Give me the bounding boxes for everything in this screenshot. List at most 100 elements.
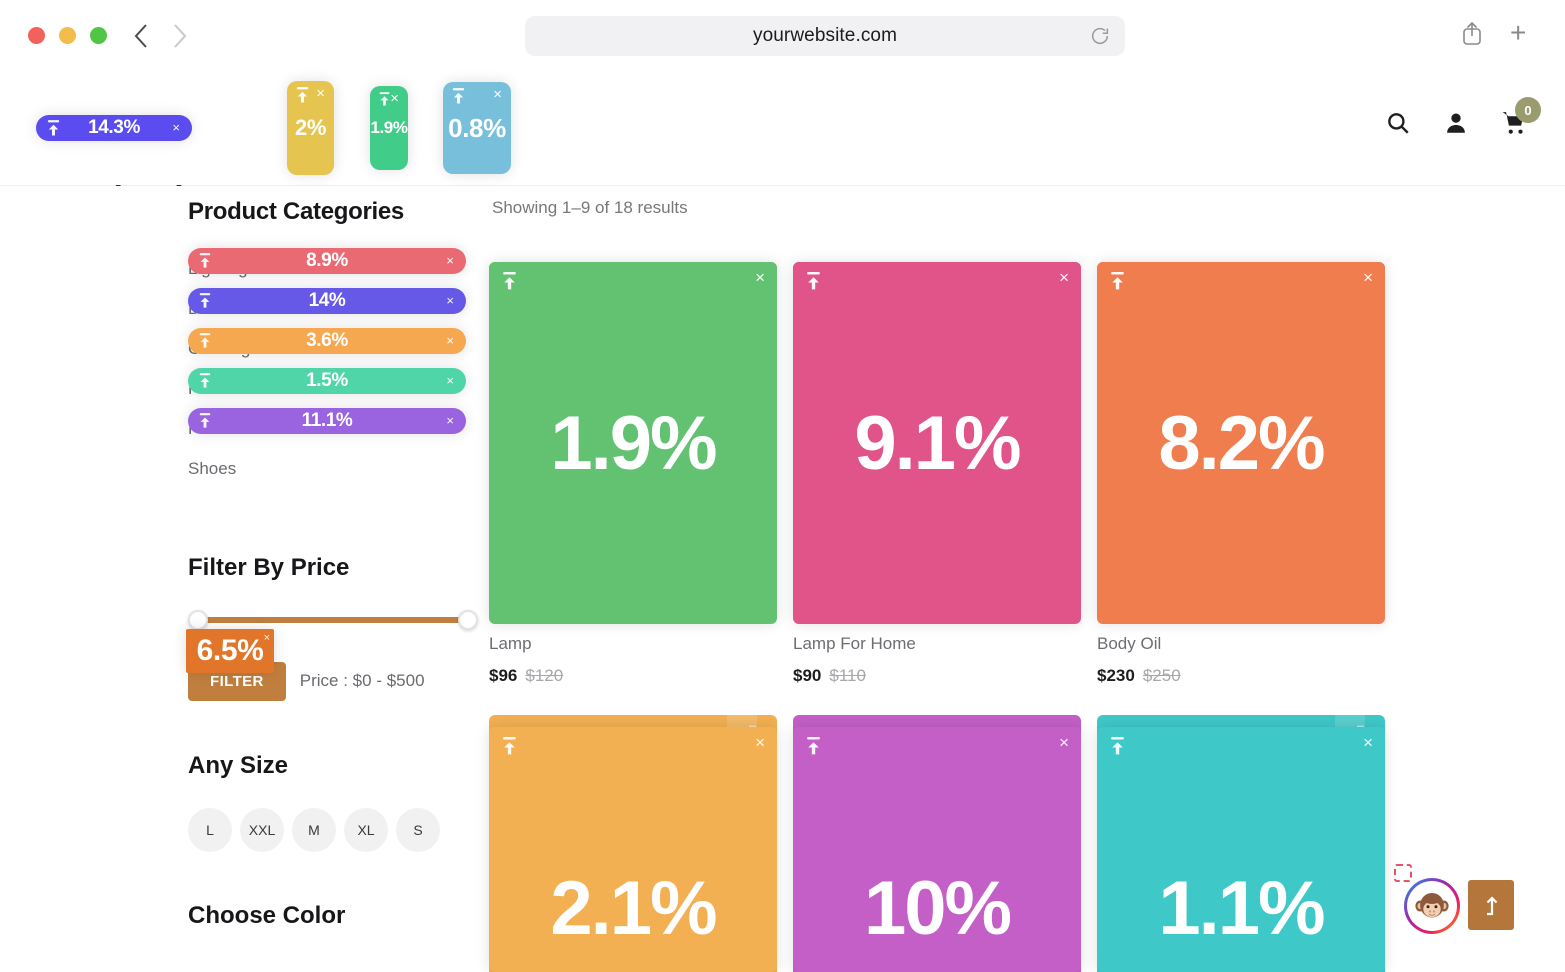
scroll-to-top-button[interactable] [1468, 880, 1514, 930]
overlay-badge-category-4[interactable]: 1.5% × [188, 368, 466, 394]
upload-icon[interactable] [198, 413, 213, 430]
close-icon[interactable]: × [755, 734, 765, 751]
price-original: $250 [1142, 666, 1181, 685]
overlay-value: 3.6% [306, 330, 348, 351]
close-icon[interactable]: × [264, 631, 270, 646]
overlay-value: 6.5% [196, 634, 264, 667]
header-actions: 0 [1385, 97, 1541, 136]
overlay-value: 1.5% [306, 370, 348, 391]
close-icon[interactable]: × [446, 373, 454, 388]
overlay-badge-category-2[interactable]: 14% × [188, 288, 466, 314]
close-icon[interactable]: × [446, 293, 454, 308]
price-current: $230 [1097, 666, 1135, 685]
avatar[interactable] [1407, 881, 1457, 931]
new-tab-button[interactable]: + [1510, 19, 1526, 47]
product-name: Lamp For Home [793, 634, 916, 653]
size-option-l[interactable]: L [188, 808, 232, 852]
overlay-value: 1.9% [370, 118, 408, 137]
upload-icon[interactable] [198, 333, 213, 350]
overlay-badge-logo[interactable]: 14.3% × [36, 115, 192, 141]
close-icon[interactable]: × [446, 413, 454, 428]
share-icon[interactable] [1460, 20, 1484, 51]
upload-icon[interactable] [198, 293, 213, 310]
choose-color-title: Choose Color [188, 902, 346, 929]
product-categories-title: Product Categories [188, 198, 404, 225]
upload-icon[interactable] [501, 272, 518, 291]
price-range-slider[interactable] [188, 610, 478, 630]
reload-icon[interactable] [1089, 25, 1111, 47]
overlay-value: 1.1% [1158, 866, 1325, 951]
close-icon[interactable]: × [493, 87, 502, 102]
price-current: $96 [489, 666, 518, 685]
overlay-badge-filter[interactable]: 6.5% × [186, 629, 274, 673]
close-icon[interactable]: × [755, 269, 765, 286]
upload-icon[interactable] [1109, 272, 1126, 291]
close-icon[interactable]: × [1059, 269, 1069, 286]
overlay-value: 2.1% [550, 866, 717, 951]
product-name: Body Oil [1097, 634, 1162, 653]
close-icon[interactable]: × [1363, 269, 1373, 286]
back-button[interactable] [124, 18, 158, 54]
upload-icon[interactable] [198, 373, 213, 390]
upload-icon[interactable] [1109, 737, 1126, 756]
category-item-shoes[interactable]: Shoes [188, 456, 478, 482]
cart-count-badge: 0 [1515, 97, 1541, 123]
site-header: Outsbook 0 [0, 72, 1565, 218]
price-range-text: Price : $0 - $500 [299, 671, 425, 690]
user-icon[interactable] [1443, 110, 1469, 136]
overlay-badge-category-3[interactable]: 3.6% × [188, 328, 466, 354]
slider-handle-max[interactable] [458, 610, 478, 630]
overlay-badge-card-4[interactable]: 2.1% × [489, 727, 777, 972]
upload-icon[interactable] [46, 120, 61, 137]
upload-icon[interactable] [501, 737, 518, 756]
price-original: $110 [829, 666, 866, 685]
upload-icon[interactable] [198, 253, 213, 270]
maximize-window-button[interactable] [90, 27, 107, 44]
minimize-window-button[interactable] [59, 27, 76, 44]
size-option-xl[interactable]: XL [344, 808, 388, 852]
overlay-value: 10% [863, 866, 1012, 951]
upload-icon[interactable] [805, 272, 822, 291]
size-option-xxl[interactable]: XXL [240, 808, 284, 852]
size-option-m[interactable]: M [292, 808, 336, 852]
overlay-badge-card-2[interactable]: 9.1% × [793, 262, 1081, 624]
product-name: Lamp [489, 634, 532, 653]
slider-track [198, 617, 468, 623]
avatar-ring [1404, 878, 1460, 934]
overlay-value: 9.1% [854, 400, 1021, 486]
slider-handle-min[interactable] [188, 610, 208, 630]
overlay-badge-card-3[interactable]: 8.2% × [1097, 262, 1385, 624]
upload-icon[interactable] [295, 87, 310, 104]
overlay-value: 14% [308, 290, 346, 311]
close-icon[interactable]: × [1363, 734, 1373, 751]
overlay-badge-card-5[interactable]: 10% × [793, 727, 1081, 972]
upload-icon[interactable] [805, 737, 822, 756]
overlay-badge-header-1[interactable]: 2% × [287, 81, 334, 175]
overlay-badge-card-6[interactable]: 1.1% × [1097, 727, 1385, 972]
overlay-badge-card-1[interactable]: 1.9% × [489, 262, 777, 624]
overlay-badge-category-5[interactable]: 11.1% × [188, 408, 466, 434]
size-option-s[interactable]: S [396, 808, 440, 852]
product-price: $96 $120 [489, 666, 777, 686]
overlay-value: 1.9% [550, 400, 717, 486]
scroll-to-top-icon [1486, 896, 1498, 916]
close-icon[interactable]: × [172, 120, 180, 135]
forward-button[interactable] [163, 18, 197, 54]
overlay-badge-header-2[interactable]: 1.9% × [370, 86, 408, 170]
address-bar[interactable]: yourwebsite.com [525, 16, 1125, 56]
browser-chrome: yourwebsite.com + [0, 0, 1565, 72]
cart-icon[interactable]: 0 [1501, 97, 1541, 136]
close-icon[interactable]: × [316, 86, 325, 101]
close-icon[interactable]: × [446, 333, 454, 348]
close-window-button[interactable] [28, 27, 45, 44]
close-icon[interactable]: × [1059, 734, 1069, 751]
overlay-value: 11.1% [301, 410, 353, 431]
overlay-badge-header-3[interactable]: 0.8% × [443, 82, 511, 174]
assistant-widget[interactable] [1394, 864, 1460, 934]
close-icon[interactable]: × [390, 91, 399, 106]
close-icon[interactable]: × [446, 253, 454, 268]
overlay-badge-category-1[interactable]: 8.9% × [188, 248, 466, 274]
upload-icon[interactable] [451, 88, 466, 105]
search-icon[interactable] [1385, 110, 1411, 136]
window-controls [28, 27, 107, 44]
